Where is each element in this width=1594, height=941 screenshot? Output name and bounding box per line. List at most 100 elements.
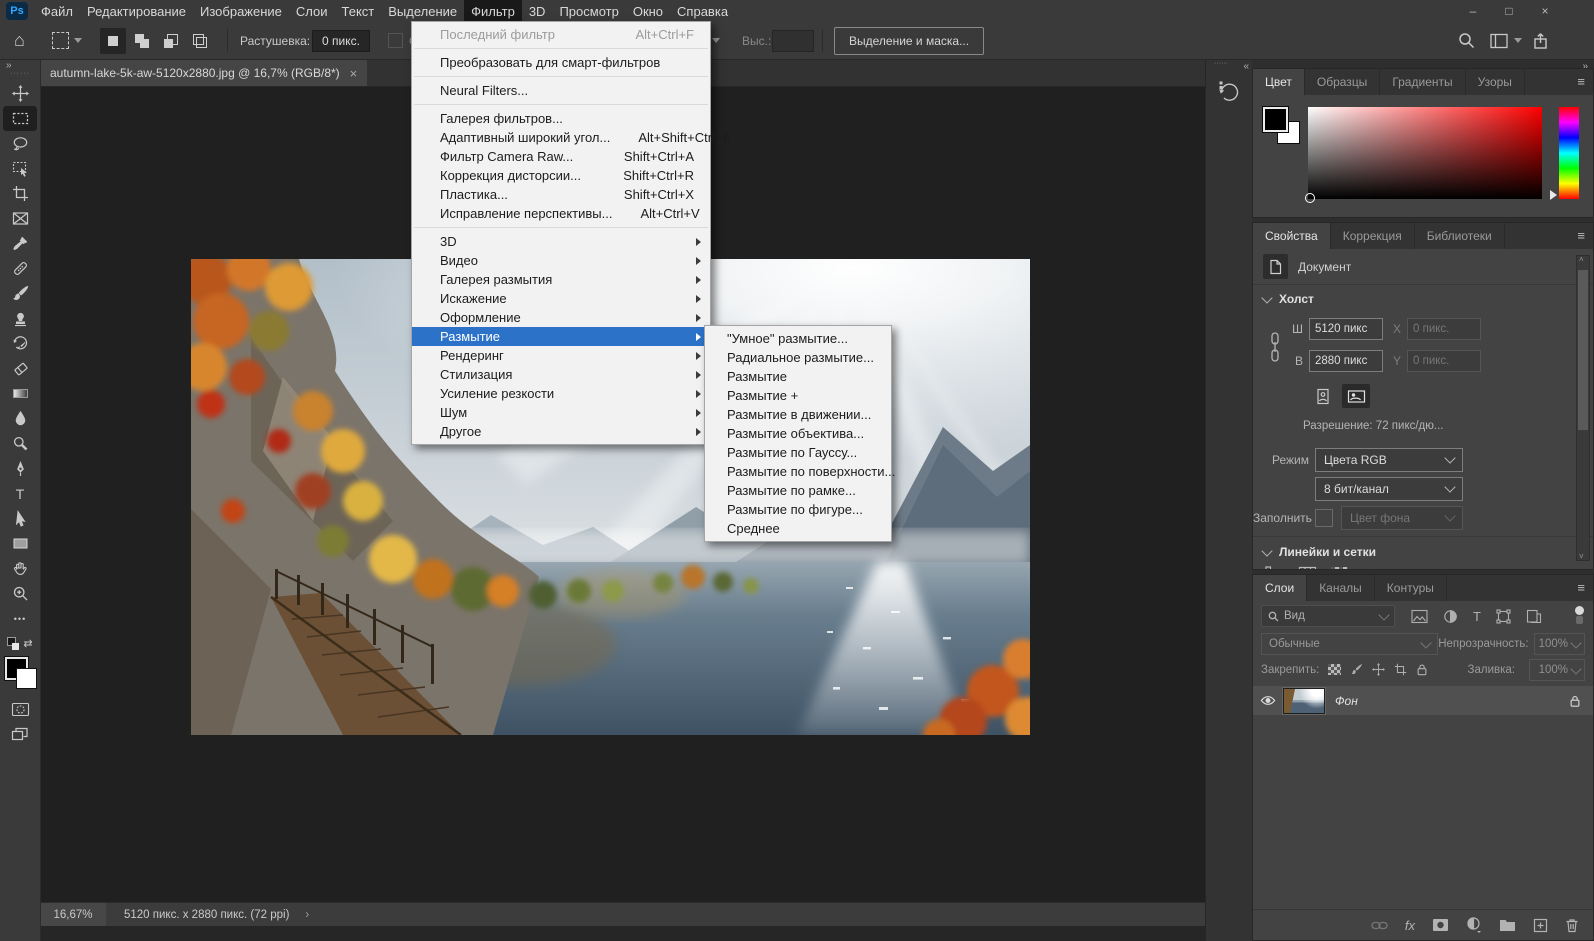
submenu-item-blur[interactable]: Размытие (705, 367, 891, 386)
scroll-up-icon[interactable]: ˄ (1579, 255, 1584, 264)
menu-select[interactable]: Выделение (381, 0, 464, 22)
grid-icon[interactable] (1298, 565, 1318, 570)
subtract-selection-button[interactable] (158, 28, 184, 54)
menu-item-distort[interactable]: Искажение (412, 289, 710, 308)
menu-item-filter-gallery[interactable]: Галерея фильтров... (412, 109, 710, 128)
rectangular-marquee-tool[interactable] (3, 106, 37, 131)
eyedropper-tool[interactable] (3, 231, 37, 256)
edit-toolbar-button[interactable]: ••• (3, 606, 37, 631)
submenu-item-surface-blur[interactable]: Размытие по поверхности... (705, 462, 891, 481)
tool-preset-button[interactable] (52, 22, 82, 59)
x-field[interactable]: 0 пикс. (1407, 318, 1481, 340)
menu-item-lens-correction[interactable]: Коррекция дисторсии...Shift+Ctrl+R (412, 166, 710, 185)
toolbar-expand-icon[interactable]: » (0, 59, 10, 71)
foreground-color-swatch[interactable] (1263, 107, 1288, 132)
fill-checkbox[interactable] (1315, 509, 1333, 527)
blur-tool[interactable] (3, 406, 37, 431)
layer-filtering-toggle[interactable] (1574, 606, 1585, 626)
tab-swatches[interactable]: Образцы (1305, 69, 1380, 95)
menu-item-blur[interactable]: Размытие (412, 327, 710, 346)
blend-mode-dropdown[interactable]: Обычные (1261, 633, 1438, 655)
menu-window[interactable]: Окно (626, 0, 670, 22)
submenu-item-shape-blur[interactable]: Размытие по фигуре... (705, 500, 891, 519)
menu-item-neural-filters[interactable]: Neural Filters... (412, 81, 710, 100)
panel-menu-icon[interactable]: ≡ (1577, 74, 1585, 89)
new-layer-icon[interactable] (1533, 918, 1548, 933)
pen-tool[interactable] (3, 456, 37, 481)
layer-row-background[interactable]: Фон (1253, 686, 1593, 715)
color-mode-dropdown[interactable]: Цвета RGB (1315, 448, 1463, 472)
submenu-item-motion-blur[interactable]: Размытие в движении... (705, 405, 891, 424)
shape-tool[interactable] (3, 531, 37, 556)
layer-thumbnail[interactable] (1283, 688, 1325, 714)
menu-item-3d[interactable]: 3D (412, 232, 710, 251)
style-dropdown-chevron[interactable] (712, 22, 720, 59)
history-brush-tool[interactable] (3, 331, 37, 356)
minimize-button[interactable]: – (1456, 0, 1490, 22)
height-input[interactable] (772, 22, 814, 59)
landscape-orientation-button[interactable] (1342, 384, 1370, 408)
search-button[interactable] (1458, 22, 1475, 59)
frame-tool[interactable] (3, 206, 37, 231)
filter-smart-objects-icon[interactable] (1526, 609, 1542, 624)
tab-adjustments[interactable]: Коррекция (1331, 223, 1415, 249)
filter-type-layers-icon[interactable]: T (1473, 609, 1481, 624)
menu-filter[interactable]: Фильтр (464, 0, 522, 22)
rulers-icon[interactable] (1265, 565, 1285, 570)
menu-file[interactable]: Файл (34, 0, 80, 22)
crop-tool[interactable] (3, 181, 37, 206)
home-button[interactable]: ⌂ (14, 22, 25, 59)
scroll-down-icon[interactable]: ˅ (1579, 552, 1584, 561)
layer-lock-icon[interactable] (1569, 694, 1581, 708)
lock-position-icon[interactable] (1372, 663, 1385, 676)
menu-item-blur-gallery[interactable]: Галерея размытия (412, 270, 710, 289)
layer-name[interactable]: Фон (1335, 694, 1358, 708)
canvas-section-header[interactable]: Холст (1253, 285, 1593, 310)
submenu-item-radial-blur[interactable]: Радиальное размытие... (705, 348, 891, 367)
panel-menu-icon[interactable]: ≡ (1577, 228, 1585, 243)
tab-libraries[interactable]: Библиотеки (1415, 223, 1505, 249)
menu-layers[interactable]: Слои (289, 0, 335, 22)
menu-item-adaptive-wide-angle[interactable]: Адаптивный широкий угол...Alt+Shift+Ctrl… (412, 128, 710, 147)
submenu-item-smart-blur[interactable]: "Умное" размытие... (705, 329, 891, 348)
transparency-grid-icon[interactable] (1331, 567, 1348, 570)
hue-slider-marker[interactable] (1550, 190, 1557, 200)
path-selection-tool[interactable] (3, 506, 37, 531)
background-color-swatch[interactable] (16, 668, 37, 689)
new-group-icon[interactable] (1499, 918, 1516, 932)
submenu-item-blur-more[interactable]: Размытие + (705, 386, 891, 405)
tab-gradients[interactable]: Градиенты (1380, 69, 1465, 95)
submenu-item-gaussian-blur[interactable]: Размытие по Гауссу... (705, 443, 891, 462)
filter-shape-layers-icon[interactable] (1496, 609, 1511, 624)
submenu-item-box-blur[interactable]: Размытие по рамке... (705, 481, 891, 500)
fill-color-dropdown[interactable]: Цвет фона (1341, 506, 1463, 530)
hue-slider[interactable] (1559, 107, 1579, 199)
width-field[interactable]: 5120 пикс (1309, 318, 1383, 340)
color-picker-marker[interactable] (1305, 193, 1315, 203)
menu-item-sharpen[interactable]: Усиление резкости (412, 384, 710, 403)
dodge-tool[interactable] (3, 431, 37, 456)
height-field[interactable]: 2880 пикс (1309, 350, 1383, 372)
properties-scrollbar[interactable]: ˄ ˅ (1576, 255, 1590, 561)
menu-item-pixelate[interactable]: Оформление (412, 308, 710, 327)
new-selection-button[interactable] (100, 28, 126, 54)
submenu-item-average[interactable]: Среднее (705, 519, 891, 538)
layer-filter-dropdown[interactable]: Вид (1261, 605, 1395, 627)
select-and-mask-button[interactable]: Выделение и маска... (834, 22, 984, 59)
link-layers-icon[interactable] (1371, 918, 1388, 933)
color-swatches[interactable] (3, 655, 37, 691)
filter-adjustment-layers-icon[interactable] (1443, 609, 1458, 624)
rulers-section-header[interactable]: Линейки и сетки (1253, 543, 1593, 563)
saturation-field[interactable] (1308, 107, 1542, 199)
menu-item-last-filter[interactable]: Последний фильтрAlt+Ctrl+F (412, 25, 710, 44)
add-mask-icon[interactable] (1432, 918, 1449, 932)
tab-layers[interactable]: Слои (1253, 575, 1307, 601)
adjustment-layer-icon[interactable] (1466, 917, 1482, 933)
tab-paths[interactable]: Контуры (1375, 575, 1447, 601)
object-selection-tool[interactable] (3, 156, 37, 181)
default-swap-colors[interactable]: ⇄ (7, 635, 32, 651)
tab-close-icon[interactable]: × (350, 66, 358, 81)
add-selection-button[interactable] (129, 28, 155, 54)
bit-depth-dropdown[interactable]: 8 бит/канал (1315, 477, 1463, 501)
lock-all-icon[interactable] (1416, 663, 1428, 676)
